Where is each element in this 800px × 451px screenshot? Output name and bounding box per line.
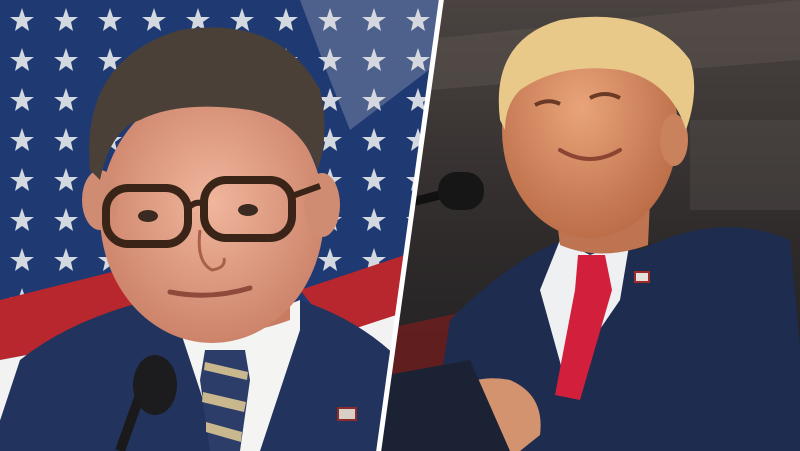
composite-photo [0,0,800,451]
photo-canvas [0,0,800,451]
flag-lapel-pin [634,271,650,283]
left-panel [0,0,442,451]
flag-lapel-pin [337,407,357,421]
